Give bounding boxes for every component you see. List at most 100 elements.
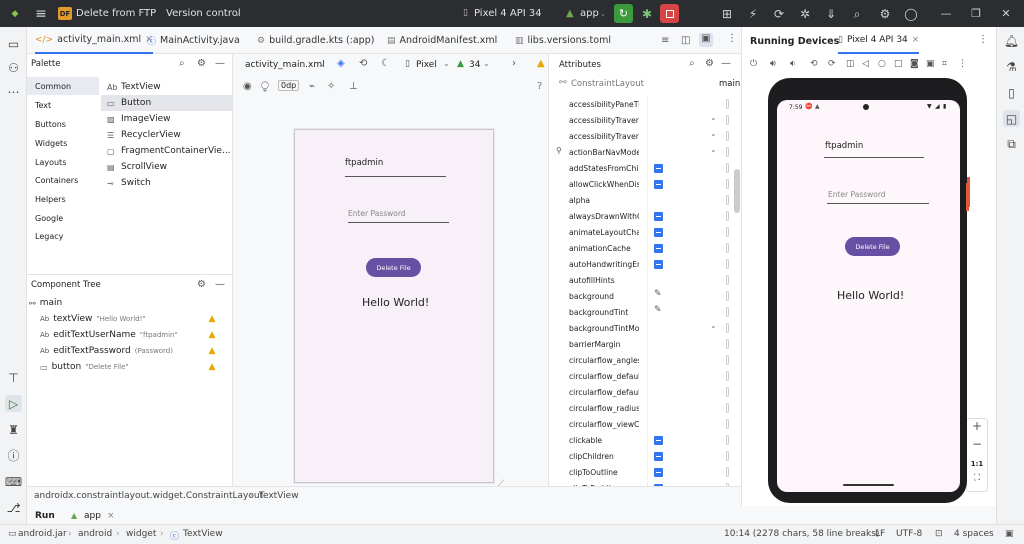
apply-code-changes-icon[interactable]: ⚡ — [742, 3, 764, 25]
attribute-value[interactable] — [647, 353, 725, 367]
stop-icon[interactable] — [660, 4, 679, 23]
settings-gear-icon[interactable]: ⚙ — [874, 3, 896, 25]
tree-minimize-icon[interactable]: — — [215, 279, 225, 290]
autoconnect-icon[interactable]: ⧬ — [261, 81, 269, 92]
tab-android-manifest[interactable]: ▤ AndroidManifest.xml — [387, 27, 497, 54]
status-path-item[interactable]: android — [78, 529, 112, 539]
attribute-row[interactable]: alwaysDrawnWithCa... — [555, 208, 733, 224]
attribute-value[interactable] — [647, 161, 725, 175]
tree-item-textview[interactable]: Ab textView "Hello World!" — [40, 311, 146, 327]
palette-category-layouts[interactable]: Layouts — [27, 153, 99, 171]
attribute-value[interactable] — [647, 273, 725, 287]
palette-category-widgets[interactable]: Widgets — [27, 134, 99, 152]
close-run-tab-icon[interactable]: × — [107, 511, 115, 521]
palette-category-google[interactable]: Google — [27, 209, 99, 227]
attribute-row[interactable]: circularflow_radiusIn... — [555, 400, 733, 416]
volume-down-icon[interactable]: 🔉︎ — [790, 59, 796, 69]
back-icon[interactable]: ◁ — [862, 59, 869, 69]
attribute-value[interactable] — [647, 433, 725, 447]
dropdown-chevron-icon[interactable]: ⌄ — [710, 145, 717, 154]
logcat-icon[interactable]: ♜ — [5, 421, 22, 438]
checkbox-indeterminate-icon[interactable] — [654, 180, 663, 189]
sdk-manager-icon[interactable]: ⇓ — [820, 3, 842, 25]
palette-item-button[interactable]: ▭ Button — [101, 95, 233, 111]
attribute-row[interactable]: clickable — [555, 432, 733, 448]
attribute-value[interactable] — [647, 465, 725, 479]
build-tool-icon[interactable]: ⊤ — [5, 369, 22, 386]
close-tab-icon[interactable]: × — [912, 35, 920, 45]
terminal-icon[interactable]: ⌨ — [5, 473, 22, 490]
attribute-value[interactable] — [647, 337, 725, 351]
zoom-in-icon[interactable]: + — [967, 419, 987, 437]
run-tool-icon[interactable]: ▷ — [5, 395, 22, 412]
design-preview-screen[interactable]: ftpadmin Enter Password Delete File Hell… — [294, 129, 494, 483]
attributes-scrollbar[interactable] — [734, 169, 740, 213]
resource-manager-icon[interactable]: ⚇ — [5, 59, 22, 76]
minimize-window-icon[interactable]: — — [932, 7, 960, 20]
attribute-row[interactable]: addStatesFromChild... — [555, 160, 733, 176]
palette-item-scrollview[interactable]: ▤ ScrollView — [101, 159, 233, 175]
palette-minimize-icon[interactable]: — — [215, 58, 225, 69]
zoom-out-icon[interactable]: − — [967, 437, 987, 455]
attribute-value[interactable]: ⌄ — [647, 145, 725, 159]
palette-category-common[interactable]: Common — [27, 77, 99, 95]
attribute-row[interactable]: accessibilityTravers... ⌄ — [555, 112, 733, 128]
layout-file-selector[interactable]: activity_main.xml — [245, 60, 325, 70]
attribute-row[interactable]: animationCache — [555, 240, 733, 256]
tree-item-button[interactable]: ▭ button "Delete File" — [40, 359, 129, 375]
attributes-settings-icon[interactable]: ⚙ — [705, 58, 714, 69]
palette-category-text[interactable]: Text — [27, 96, 99, 114]
device-explorer-icon[interactable]: ⧉ — [1003, 136, 1020, 153]
palette-settings-icon[interactable]: ⚙ — [197, 58, 206, 69]
tab-mainactivity[interactable]: ⓒ MainActivity.java — [147, 27, 240, 54]
tab-activity-main[interactable]: </> activity_main.xml × — [35, 27, 154, 54]
vcs-menu[interactable]: Version control — [166, 8, 241, 19]
attribute-row[interactable]: backgroundTintMode ⌄ — [555, 320, 733, 336]
checkbox-indeterminate-icon[interactable] — [654, 164, 663, 173]
design-surface-icon[interactable]: ◈ — [337, 58, 345, 69]
checkbox-indeterminate-icon[interactable] — [654, 260, 663, 269]
attribute-row[interactable]: backgroundTint ✎ — [555, 304, 733, 320]
attribute-row[interactable]: accessibilityPaneTitle — [555, 96, 733, 112]
split-view-icon[interactable]: ◫ — [681, 35, 690, 46]
username-field-text[interactable]: ftpadmin — [345, 158, 383, 168]
running-devices-menu-icon[interactable]: ⋮ — [978, 34, 988, 45]
debug-icon[interactable]: ✱ — [636, 3, 658, 25]
warning-icon[interactable]: ▲ — [207, 315, 217, 324]
attribute-row[interactable]: clipToOutline — [555, 464, 733, 480]
delete-file-button-preview[interactable]: Delete File — [366, 258, 421, 277]
breadcrumb-item[interactable]: androidx.constraintlayout.widget.Constra… — [34, 491, 263, 501]
resource-picker-icon[interactable]: ✎ — [654, 305, 662, 315]
orientation-icon[interactable]: ⟲ — [359, 58, 367, 69]
attribute-row[interactable]: circularflow_defaultR... — [555, 384, 733, 400]
attribute-row[interactable]: circularflow_angles — [555, 352, 733, 368]
device-selector[interactable]: Pixel 4 API 34 — [474, 8, 542, 19]
default-margin-selector[interactable]: 0dp — [278, 80, 300, 91]
palette-item-textview[interactable]: Ab TextView — [101, 79, 233, 95]
notifications-icon[interactable]: 🔔︎ — [1003, 32, 1020, 49]
attribute-value[interactable]: ✎ — [647, 305, 725, 319]
volume-up-icon[interactable]: 🔊︎ — [770, 59, 776, 69]
power-icon[interactable]: ⏻ — [750, 59, 757, 69]
gradle-tool-icon[interactable]: ⚗ — [1003, 58, 1020, 75]
view-options-icon[interactable]: ◉ — [243, 81, 252, 92]
account-icon[interactable]: ◯ — [900, 3, 922, 25]
maximize-window-icon[interactable]: ❐ — [962, 7, 990, 20]
rerun-icon[interactable]: ↻ — [614, 4, 633, 23]
attribute-row[interactable]: alpha — [555, 192, 733, 208]
attribute-value[interactable] — [647, 369, 725, 383]
fold-icon[interactable]: ◫ — [846, 59, 855, 69]
attribute-value[interactable]: ✎ — [647, 289, 725, 303]
main-menu-icon[interactable]: ≡ — [30, 3, 52, 25]
attribute-row[interactable]: clipChildren — [555, 448, 733, 464]
attribute-value[interactable] — [647, 417, 725, 431]
tree-item-edittextpassword[interactable]: Ab editTextPassword (Password) — [40, 343, 173, 359]
breadcrumb-item[interactable]: TextView — [259, 491, 299, 501]
emulator-screen[interactable]: 7:59 ⛔ ▲ ▼ ◢ ▮ ftpadmin Enter Password D… — [777, 100, 960, 492]
attribute-value[interactable] — [647, 177, 725, 191]
tab-running-device[interactable]: ▯ Pixel 4 API 34 × — [838, 27, 920, 54]
zoom-actual-size[interactable]: 1:1 — [967, 455, 987, 473]
attribute-value[interactable]: ⌄ — [647, 113, 725, 127]
version-control-icon[interactable]: ⎇ — [5, 499, 22, 516]
status-path-item[interactable]: android.jar — [18, 529, 67, 539]
